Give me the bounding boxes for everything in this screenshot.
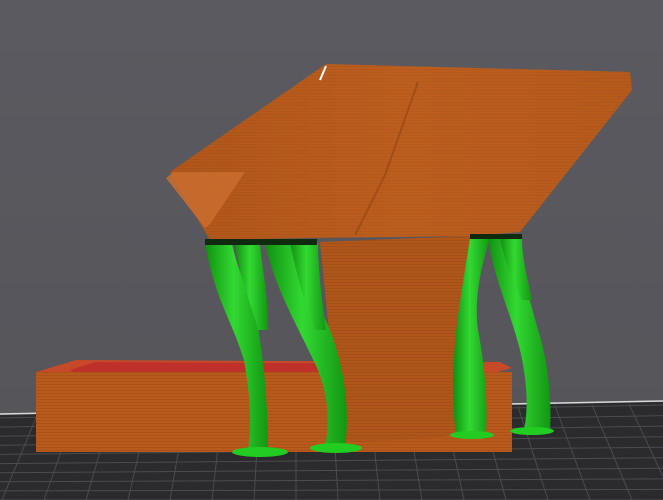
support-foot	[510, 427, 554, 435]
support-foot	[310, 443, 362, 453]
3d-viewport[interactable]	[0, 0, 663, 500]
scene-canvas[interactable]	[0, 0, 663, 500]
support-tips	[205, 239, 317, 245]
model-slab	[166, 64, 632, 240]
slab-shading	[170, 64, 632, 240]
support-foot	[232, 447, 288, 457]
support-foot	[450, 431, 494, 439]
support-tips	[470, 234, 522, 239]
